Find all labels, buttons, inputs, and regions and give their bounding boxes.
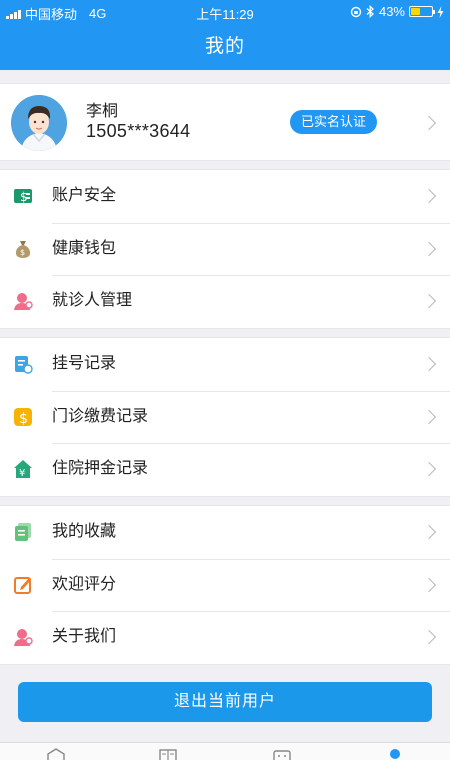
menu-item-hospital-deposit[interactable]: ¥ 住院押金记录 — [0, 443, 450, 496]
menu-label: 住院押金记录 — [52, 460, 149, 478]
page-title: 我的 — [204, 36, 245, 57]
nav-bar: 我的 — [0, 24, 450, 70]
svg-text:$: $ — [19, 411, 28, 427]
menu-item-about-us[interactable]: 关于我们 — [0, 611, 450, 664]
menu-label: 关于我们 — [52, 628, 117, 646]
registration-record-icon — [13, 354, 33, 374]
chevron-right-icon — [421, 188, 437, 204]
hospital-deposit-icon: ¥ — [13, 459, 33, 479]
news-tab-icon[interactable] — [158, 748, 178, 760]
user-avatar-icon — [11, 95, 67, 151]
menu-label: 欢迎评分 — [52, 575, 117, 593]
chevron-right-icon — [421, 577, 437, 592]
battery-percent: 43% — [378, 4, 405, 19]
tab-bar — [0, 742, 450, 760]
status-bar: 中国移动 4G 上午11:29 43% — [0, 0, 450, 24]
chevron-right-icon — [421, 462, 437, 477]
user-phone: 1505***3644 — [86, 121, 191, 141]
chevron-right-icon — [421, 241, 437, 256]
menu-label: 就诊人管理 — [52, 292, 133, 310]
chevron-right-icon — [421, 294, 437, 309]
battery-icon — [409, 6, 435, 17]
menu-item-account-security[interactable]: $ 账户安全 — [0, 170, 450, 223]
menu-label: 门诊缴费记录 — [52, 407, 149, 425]
svg-text:$: $ — [20, 248, 25, 257]
payment-coin-icon: $ — [13, 407, 33, 427]
menu-group-misc: 我的收藏 欢迎评分 关于我们 — [0, 505, 450, 666]
charging-icon — [437, 5, 444, 18]
menu-item-outpatient-payment[interactable]: $ 门诊缴费记录 — [0, 390, 450, 444]
profile-card[interactable]: 李桐 1505***3644 已实名认证 — [0, 83, 450, 161]
chevron-right-icon — [421, 409, 437, 424]
user-name: 李桐 — [86, 103, 119, 120]
menu-item-patient-management[interactable]: 就诊人管理 — [0, 275, 450, 328]
rotation-lock-icon — [350, 6, 362, 17]
avatar — [11, 95, 67, 151]
chevron-right-icon — [421, 356, 437, 372]
menu-group-account: $ 账户安全 $ 健康钱包 就诊人管理 — [0, 169, 450, 330]
menu-label: 挂号记录 — [52, 355, 117, 372]
money-bag-icon: $ — [13, 239, 33, 259]
status-right: 43% — [350, 4, 444, 19]
logout-button[interactable]: 退出当前用户 — [18, 682, 432, 722]
chevron-right-icon — [421, 115, 437, 131]
svg-text:¥: ¥ — [19, 468, 25, 479]
menu-label: 健康钱包 — [52, 239, 117, 257]
home-tab-icon[interactable] — [46, 748, 66, 760]
menu-item-favorites[interactable]: 我的收藏 — [0, 506, 450, 559]
patient-icon — [13, 291, 33, 311]
chevron-right-icon — [421, 524, 437, 540]
profile-tab-icon[interactable] — [385, 748, 405, 760]
menu-label: 账户安全 — [52, 187, 117, 204]
favorites-icon — [13, 522, 33, 542]
account-security-icon: $ — [13, 186, 33, 206]
message-tab-icon[interactable] — [272, 748, 292, 760]
bluetooth-icon — [366, 5, 374, 18]
menu-item-rating[interactable]: 欢迎评分 — [0, 558, 450, 612]
menu-item-registration-record[interactable]: 挂号记录 — [0, 338, 450, 391]
rating-edit-icon — [13, 575, 33, 595]
menu-label: 我的收藏 — [52, 523, 117, 540]
chevron-right-icon — [421, 630, 437, 645]
menu-group-records: 挂号记录 $ 门诊缴费记录 ¥ 住院押金记录 — [0, 337, 450, 498]
about-us-icon — [13, 627, 33, 647]
menu-item-health-wallet[interactable]: $ 健康钱包 — [0, 222, 450, 276]
verified-badge: 已实名认证 — [290, 110, 378, 134]
